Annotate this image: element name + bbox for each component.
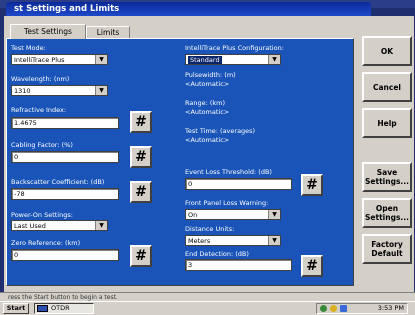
pulsewidth-value: <Automatic> [185, 80, 230, 88]
wavelength-select[interactable]: 1310 ▼ [11, 85, 108, 96]
save-settings-line2: Settings... [365, 177, 409, 186]
network-icon[interactable] [320, 305, 327, 312]
cancel-button[interactable]: Cancel [362, 72, 412, 102]
cabling-factor-label: Cabling Factor: (%) [11, 141, 73, 149]
zero-reference-field[interactable]: 0 [11, 249, 119, 261]
open-settings-line1: Open [375, 204, 399, 213]
zero-reference-keypad-button[interactable]: # [130, 245, 152, 267]
range-value: <Automatic> [185, 108, 230, 116]
chevron-down-icon[interactable]: ▼ [268, 210, 280, 219]
chevron-down-icon[interactable]: ▼ [268, 236, 280, 245]
event-loss-label: Event Loss Threshold: (dB) [185, 168, 272, 176]
refractive-index-label: Refractive Index: [11, 106, 67, 114]
help-button[interactable]: Help [362, 108, 412, 138]
chevron-down-icon[interactable]: ▼ [95, 86, 107, 95]
test-time-value: <Automatic> [185, 136, 230, 144]
save-settings-line1: Save [376, 168, 398, 177]
ok-button[interactable]: OK [362, 36, 412, 66]
window-title: st Settings and Limits [6, 2, 371, 16]
open-settings-button[interactable]: Open Settings... [362, 198, 412, 228]
refractive-index-field[interactable]: 1.4675 [11, 117, 119, 129]
test-time-label: Test Time: (averages) [185, 127, 256, 135]
backscatter-label: Backscatter Coefficient: (dB) [11, 178, 105, 186]
status-message: ress the Start button to begin a test. [0, 292, 415, 301]
factory-default-line1: Factory [371, 240, 403, 249]
end-detection-keypad-button[interactable]: # [301, 255, 323, 277]
event-loss-field[interactable]: 0 [185, 178, 292, 190]
factory-default-button[interactable]: Factory Default [362, 234, 412, 264]
power-on-select[interactable]: Last Used ▼ [11, 220, 108, 231]
start-button[interactable]: Start [3, 303, 29, 314]
front-panel-select[interactable]: On ▼ [185, 209, 281, 220]
wavelength-label: Wavelength: (nm) [11, 75, 70, 83]
distance-units-label: Distance Units: [185, 225, 235, 233]
test-mode-select[interactable]: IntelliTrace Plus ▼ [11, 54, 108, 65]
power-icon[interactable] [330, 305, 337, 312]
chevron-down-icon[interactable]: ▼ [95, 55, 107, 64]
save-settings-button[interactable]: Save Settings... [362, 162, 412, 192]
chevron-down-icon[interactable]: ▼ [268, 55, 280, 64]
backscatter-field[interactable]: -78 [11, 188, 119, 200]
open-settings-line2: Settings... [365, 213, 409, 222]
tab-test-settings[interactable]: Test Settings [10, 24, 86, 39]
factory-default-line2: Default [371, 249, 403, 258]
battery-icon[interactable] [340, 305, 347, 312]
event-loss-keypad-button[interactable]: # [301, 174, 323, 196]
otdr-app-icon [37, 305, 48, 312]
range-label: Range: (km) [185, 99, 226, 107]
pulsewidth-label: Pulsewidth: (m) [185, 71, 236, 79]
test-mode-label: Test Mode: [11, 44, 46, 52]
distance-units-select[interactable]: Meters ▼ [185, 235, 281, 246]
config-select[interactable]: Standard ▼ [185, 54, 281, 65]
cabling-factor-keypad-button[interactable]: # [130, 146, 152, 168]
power-on-label: Power-On Settings: [11, 211, 73, 219]
front-panel-label: Front Panel Loss Warning: [185, 199, 269, 207]
refractive-index-keypad-button[interactable]: # [130, 111, 152, 133]
backscatter-keypad-button[interactable]: # [130, 181, 152, 203]
zero-reference-label: Zero Reference: (km) [11, 239, 81, 247]
config-label: IntelliTrace Plus Configuration: [185, 44, 284, 52]
end-detection-field[interactable]: 3 [185, 259, 292, 271]
end-detection-label: End Detection: (dB) [185, 250, 249, 258]
cabling-factor-field[interactable]: 0 [11, 151, 119, 163]
chevron-down-icon[interactable]: ▼ [95, 221, 107, 230]
